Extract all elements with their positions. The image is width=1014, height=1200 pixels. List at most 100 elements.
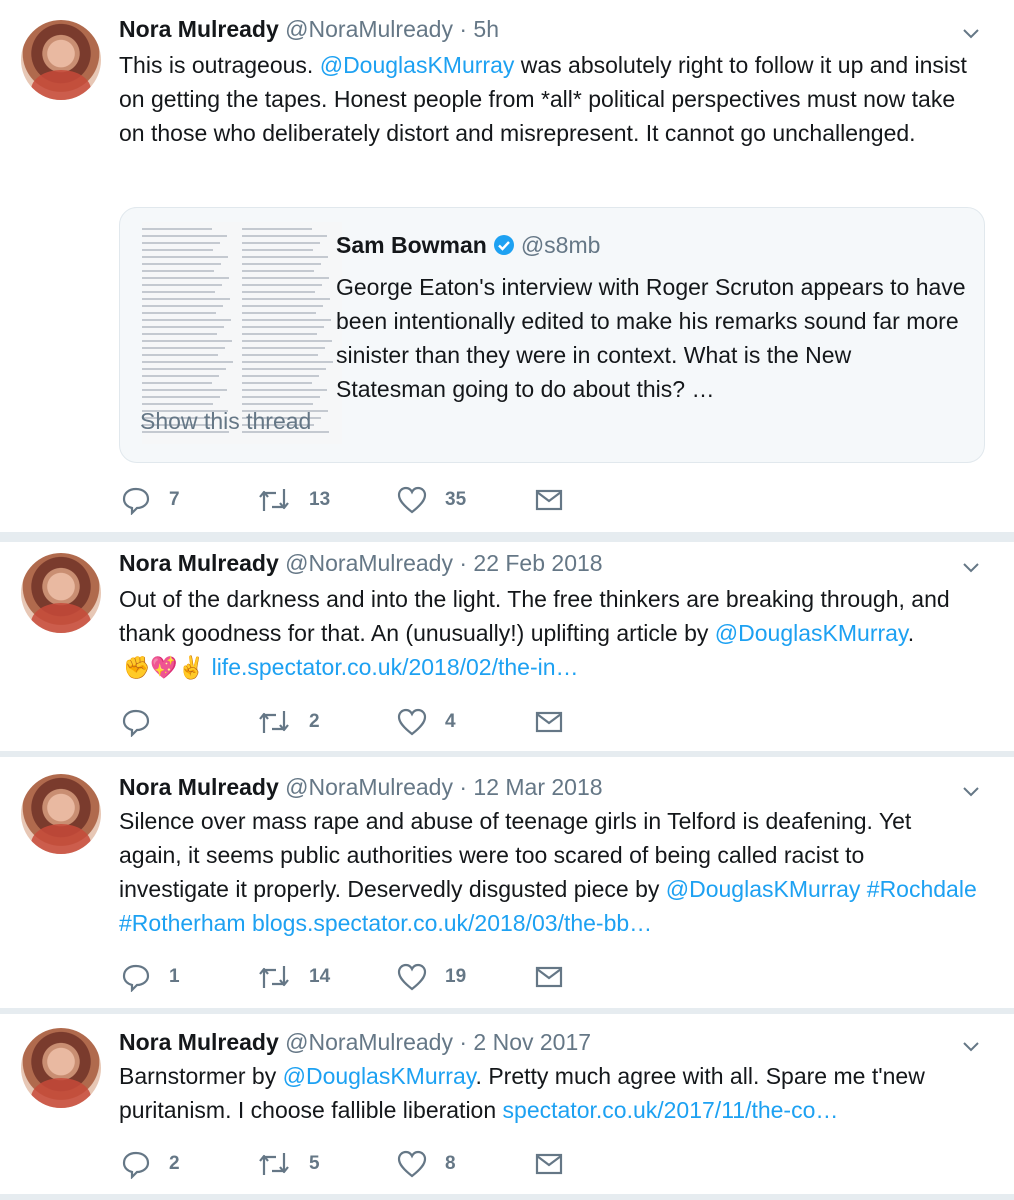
- image-text-line: [242, 396, 320, 398]
- show-thread-link[interactable]: Show this thread: [140, 408, 311, 435]
- image-text-line: [242, 305, 323, 307]
- retweet-button[interactable]: 2: [257, 705, 320, 739]
- mention-link[interactable]: @DouglasKMurray: [283, 1063, 476, 1089]
- image-text-line: [242, 228, 312, 230]
- image-text-line: [242, 382, 312, 384]
- text-segment: This is outrageous.: [119, 52, 320, 78]
- hashtag-link[interactable]: #Rochdale: [867, 876, 977, 902]
- direct-message-button[interactable]: [535, 705, 563, 739]
- image-text-line: [242, 354, 318, 356]
- direct-message-button[interactable]: [535, 1147, 563, 1181]
- image-text-line: [142, 368, 226, 370]
- image-text-line: [242, 284, 322, 286]
- chevron-down-icon[interactable]: [960, 1035, 982, 1057]
- image-text-line: [142, 403, 213, 405]
- mention-link[interactable]: @DouglasKMurray: [320, 52, 515, 78]
- chevron-down-icon[interactable]: [960, 780, 982, 802]
- author-name[interactable]: Nora Mulready: [119, 16, 279, 42]
- retweet-icon: [259, 1153, 289, 1175]
- image-text-line: [242, 298, 330, 300]
- like-button[interactable]: 8: [397, 1147, 456, 1181]
- image-text-line: [242, 235, 327, 237]
- direct-message-button[interactable]: [535, 483, 563, 517]
- separator-dot: ·: [459, 550, 468, 576]
- retweet-button[interactable]: 13: [257, 483, 330, 517]
- author-name[interactable]: Nora Mulready: [119, 1029, 279, 1055]
- envelope-icon: [535, 489, 563, 511]
- author-name[interactable]: Nora Mulready: [119, 550, 279, 576]
- tweet[interactable]: Nora Mulready @NoraMulready · 22 Feb 201…: [0, 542, 1014, 751]
- chevron-down-icon[interactable]: [960, 556, 982, 578]
- reply-button[interactable]: 7: [121, 483, 180, 517]
- reply-button[interactable]: [121, 705, 169, 739]
- chevron-down-icon[interactable]: [960, 22, 982, 44]
- url-link[interactable]: blogs.spectator.co.uk/2018/03/the-bb…: [252, 910, 652, 936]
- like-button[interactable]: 19: [397, 960, 466, 994]
- retweet-icon: [259, 966, 289, 988]
- heart-icon: [397, 963, 427, 991]
- image-text-line: [242, 291, 315, 293]
- image-text-line: [242, 263, 321, 265]
- text-segment: Barnstormer by: [119, 1063, 283, 1089]
- reply-count: 2: [169, 1153, 180, 1174]
- quoted-tweet-header: Sam Bowman @s8mb: [336, 230, 600, 260]
- url-link[interactable]: life.spectator.co.uk/2018/02/the-in…: [212, 654, 579, 680]
- tweet[interactable]: Nora Mulready @NoraMulready · 5h This is…: [0, 0, 1014, 532]
- direct-message-button[interactable]: [535, 960, 563, 994]
- tweet-header: Nora Mulready @NoraMulready · 12 Mar 201…: [119, 772, 603, 802]
- tweet-text: This is outrageous. @DouglasKMurray was …: [119, 48, 979, 150]
- image-text-line: [142, 354, 218, 356]
- timestamp[interactable]: 5h: [473, 16, 499, 42]
- reply-icon: [122, 1151, 150, 1179]
- like-button[interactable]: 4: [397, 705, 456, 739]
- retweet-count: 2: [309, 711, 320, 732]
- reply-button[interactable]: 1: [121, 960, 180, 994]
- separator-dot: ·: [459, 1029, 468, 1055]
- verified-badge-icon: [493, 235, 514, 255]
- like-count: 8: [445, 1153, 456, 1174]
- separator-dot: ·: [459, 16, 468, 42]
- avatar[interactable]: [21, 553, 101, 633]
- timestamp[interactable]: 22 Feb 2018: [473, 550, 602, 576]
- tweet-divider: [0, 1194, 1014, 1200]
- hashtag-link[interactable]: #Rotherham: [119, 910, 246, 936]
- image-text-line: [242, 242, 320, 244]
- image-text-line: [242, 333, 317, 335]
- avatar[interactable]: [21, 774, 101, 854]
- timestamp[interactable]: 2 Nov 2017: [473, 1029, 591, 1055]
- author-handle[interactable]: @NoraMulready: [285, 550, 453, 576]
- image-text-line: [142, 277, 229, 279]
- tweet-text: Barnstormer by @DouglasKMurray. Pretty m…: [119, 1059, 979, 1127]
- tweet[interactable]: Nora Mulready @NoraMulready · 2 Nov 2017…: [0, 1014, 1014, 1194]
- image-text-line: [142, 340, 232, 342]
- reply-icon: [122, 487, 150, 515]
- mention-link[interactable]: @DouglasKMurray: [666, 876, 861, 902]
- like-button[interactable]: 35: [397, 483, 466, 517]
- tweet[interactable]: Nora Mulready @NoraMulready · 12 Mar 201…: [0, 757, 1014, 1008]
- author-handle[interactable]: @NoraMulready: [285, 1029, 453, 1055]
- retweet-button[interactable]: 14: [257, 960, 330, 994]
- timestamp[interactable]: 12 Mar 2018: [473, 774, 602, 800]
- envelope-icon: [535, 1153, 563, 1175]
- like-count: 35: [445, 489, 467, 510]
- mention-link[interactable]: @DouglasKMurray: [715, 620, 908, 646]
- image-text-line: [142, 270, 214, 272]
- url-link[interactable]: spectator.co.uk/2017/11/the-co…: [503, 1097, 839, 1123]
- image-text-line: [142, 382, 212, 384]
- reply-button[interactable]: 2: [121, 1147, 180, 1181]
- reply-icon: [122, 709, 150, 737]
- image-text-line: [142, 389, 227, 391]
- author-handle[interactable]: @NoraMulready: [285, 16, 453, 42]
- retweet-button[interactable]: 5: [257, 1147, 320, 1181]
- image-text-line: [242, 361, 333, 363]
- separator-dot: ·: [459, 774, 468, 800]
- quoted-tweet[interactable]: Sam Bowman @s8mb George Eaton's interview…: [119, 207, 985, 463]
- image-text-line: [242, 403, 313, 405]
- avatar[interactable]: [21, 20, 101, 100]
- image-text-line: [142, 228, 212, 230]
- author-name[interactable]: Nora Mulready: [119, 774, 279, 800]
- avatar[interactable]: [21, 1028, 101, 1108]
- reply-count: 1: [169, 966, 180, 987]
- image-text-line: [142, 319, 231, 321]
- author-handle[interactable]: @NoraMulready: [285, 774, 453, 800]
